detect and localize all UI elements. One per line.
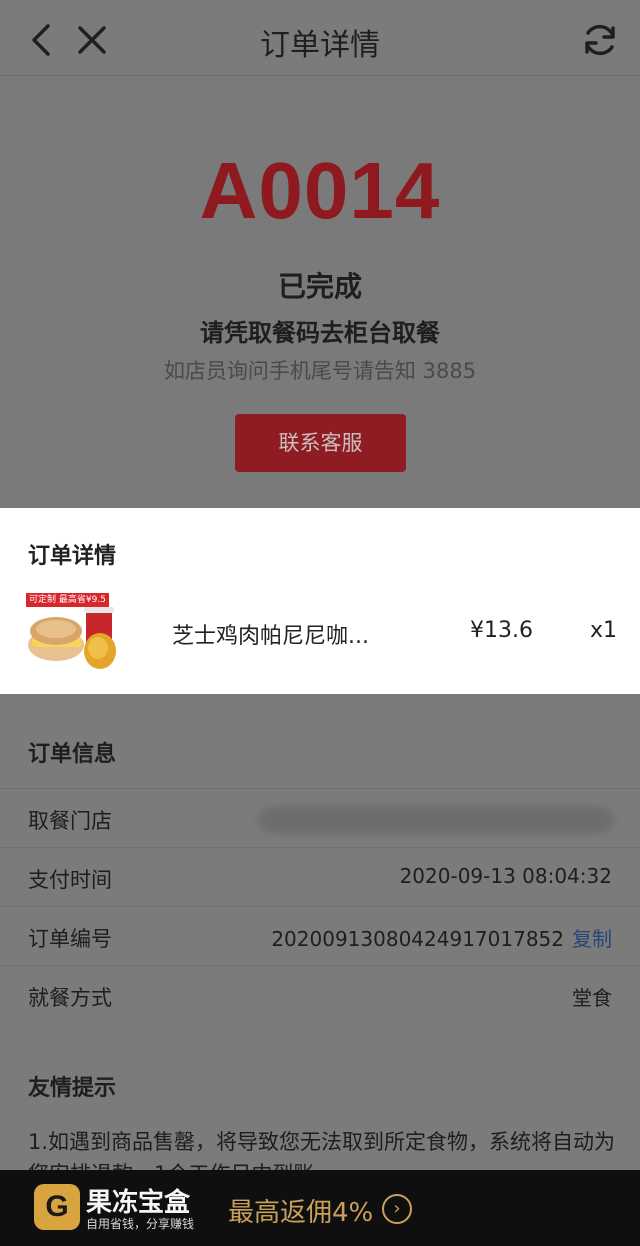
copy-button[interactable]: 复制 — [572, 927, 612, 951]
dining-mode-row: 就餐方式 堂食 — [0, 965, 640, 1024]
brand-name: 果冻宝盒 — [86, 1188, 191, 1218]
order-info-section: 订单信息 取餐门店 支付时间 2020-09-13 08:04:32 订单编号 … — [0, 710, 640, 1024]
product-image[interactable]: 可定制 最高省¥9.5 — [26, 593, 118, 673]
order-number-label: 订单编号 — [28, 927, 112, 951]
top-nav-bar: 订单详情 — [0, 0, 640, 76]
order-details-title: 订单详情 — [28, 544, 117, 569]
brand-logo: G — [34, 1184, 80, 1230]
store-label: 取餐门店 — [28, 809, 112, 833]
order-number-value-wrap: 20200913080424917017852 复制 — [271, 923, 612, 952]
tips-title: 友情提示 — [28, 1076, 117, 1101]
promo-banner[interactable]: G 果冻宝盒 自用省钱，分享赚钱 最高返佣4% › — [0, 1170, 640, 1246]
order-info-title: 订单信息 — [28, 742, 117, 767]
product-name[interactable]: 芝士鸡肉帕尼尼咖... — [172, 618, 369, 650]
page-title: 订单详情 — [260, 28, 380, 63]
chevron-right-circle-icon[interactable]: › — [382, 1194, 412, 1224]
order-status: 已完成 — [277, 270, 362, 303]
cashback-text: 最高返佣4% — [228, 1198, 374, 1228]
refresh-icon[interactable] — [578, 18, 622, 62]
payment-time-label: 支付时间 — [28, 868, 112, 892]
contact-service-button[interactable]: 联系客服 — [235, 414, 406, 472]
dining-mode-value: 堂食 — [572, 986, 612, 1010]
product-badge: 可定制 最高省¥9.5 — [26, 593, 109, 607]
payment-time-value: 2020-09-13 08:04:32 — [399, 864, 612, 888]
pickup-code: A0014 — [199, 146, 441, 235]
dining-mode-label: 就餐方式 — [28, 986, 112, 1010]
brand-slogan: 自用省钱，分享赚钱 — [86, 1217, 195, 1231]
product-quantity: x1 — [590, 618, 618, 643]
pickup-instruction: 请凭取餐码去柜台取餐 — [200, 319, 440, 347]
product-price: ¥13.6 — [470, 618, 533, 643]
store-value-blurred — [258, 807, 614, 833]
store-row: 取餐门店 — [0, 788, 640, 847]
order-details-card: 订单详情 可定制 最高省¥9.5 芝士鸡肉帕尼尼咖... ¥13.6 x1 — [0, 508, 640, 694]
phone-hint: 如店员询问手机尾号请告知 3885 — [163, 359, 477, 383]
pickup-summary: A0014 已完成 请凭取餐码去柜台取餐 如店员询问手机尾号请告知 3885 联… — [0, 77, 640, 508]
payment-time-row: 支付时间 2020-09-13 08:04:32 — [0, 847, 640, 906]
order-number-row: 订单编号 20200913080424917017852 复制 — [0, 906, 640, 965]
order-number-value: 20200913080424917017852 — [271, 927, 564, 951]
